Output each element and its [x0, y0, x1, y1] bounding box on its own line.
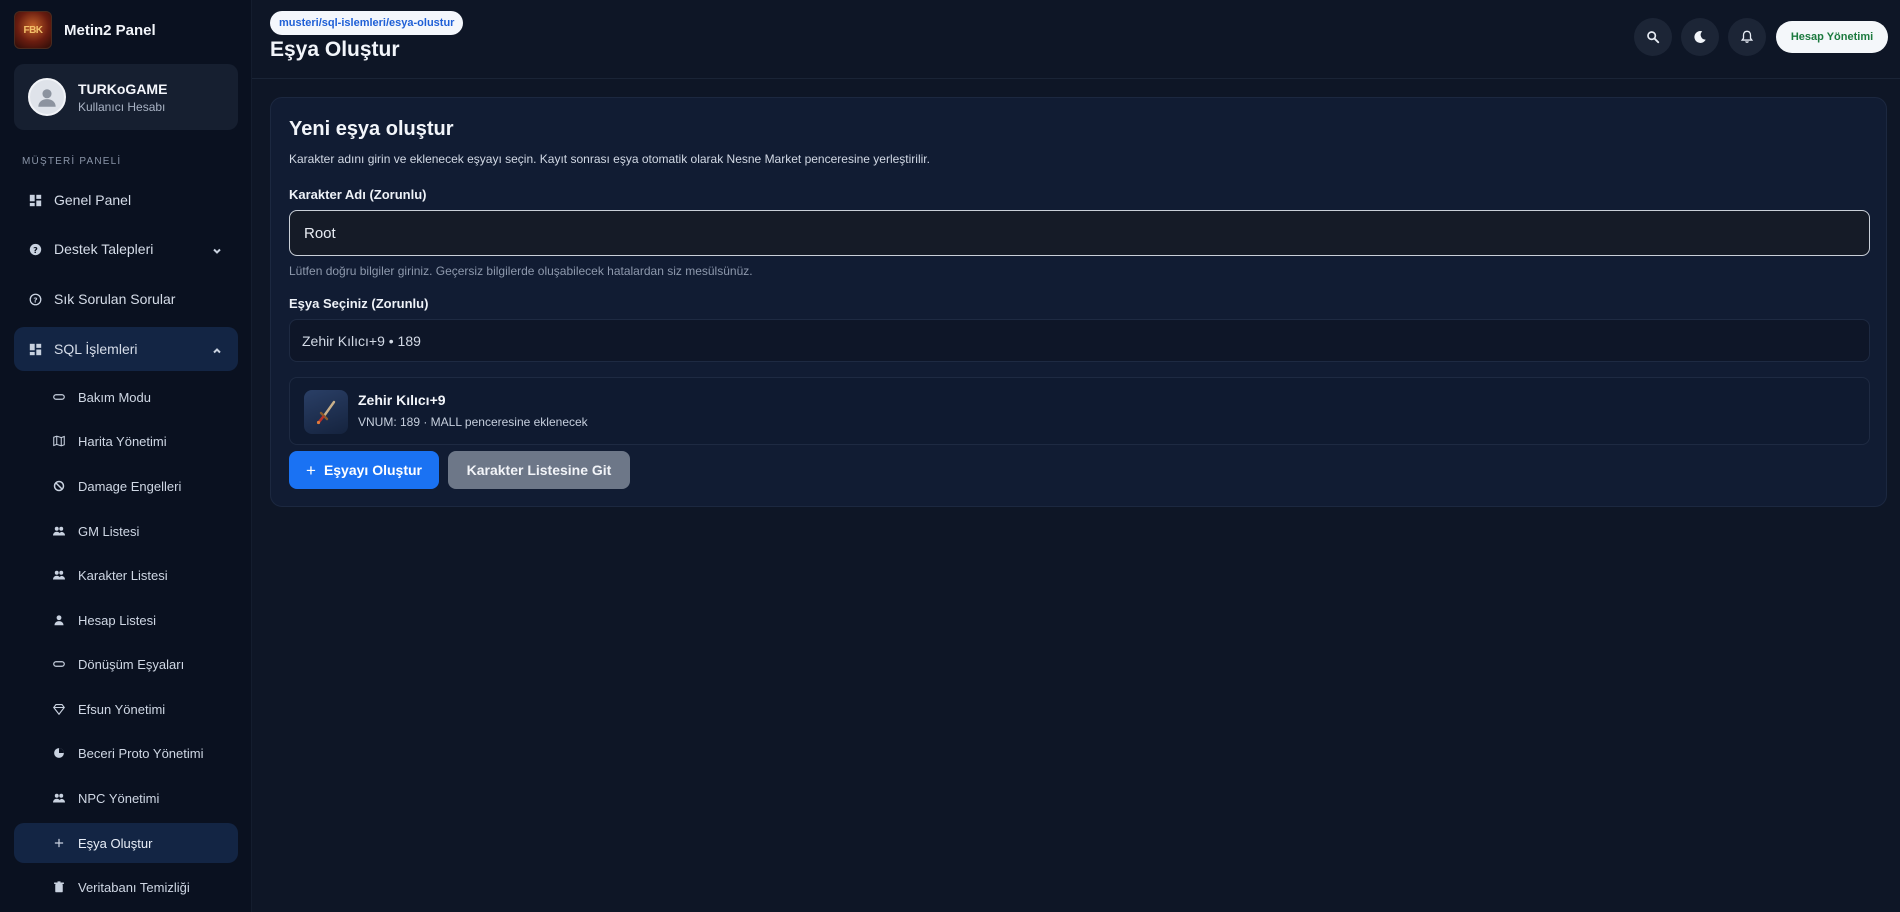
item-select-label: Eşya Seçiniz (Zorunlu) — [289, 296, 429, 311]
help-icon: ? — [28, 242, 42, 256]
pill-icon — [52, 657, 66, 671]
plus-icon: + — [306, 460, 316, 480]
sidebar-subitem-label: Bakım Modu — [78, 389, 151, 405]
sidebar-subitem-donusum-esyalari[interactable]: Dönüşüm Eşyaları — [14, 644, 238, 684]
sidebar-subitem-npc-yonetimi[interactable]: NPC Yönetimi — [14, 778, 238, 818]
brand-logo: FBK — [14, 11, 52, 49]
header: musteri/sql-islemleri/esya-olustur Eşya … — [252, 0, 1900, 79]
create-item-button[interactable]: + Eşyayı Oluştur — [289, 451, 439, 489]
brand-name: Metin2 Panel — [64, 21, 156, 39]
character-name-label: Karakter Adı (Zorunlu) — [289, 187, 427, 202]
sidebar-subitem-label: Karakter Listesi — [78, 567, 168, 583]
sidebar-subitem-label: Efsun Yönetimi — [78, 701, 166, 717]
pill-icon — [52, 390, 66, 404]
svg-text:?: ? — [33, 244, 38, 254]
dashboard-icon — [28, 193, 42, 207]
item-preview-meta: VNUM: 189 · MALL penceresine eklenecek — [358, 415, 588, 429]
sidebar-subitem-label: Hesap Listesi — [78, 612, 157, 628]
chevron-up-icon[interactable] — [212, 343, 222, 354]
sidebar-subitem-hesap-listesi[interactable]: Hesap Listesi — [14, 600, 238, 640]
sidebar-subitem-label: Eşya Oluştur — [78, 835, 153, 851]
sidebar-item-label: Sık Sorulan Sorular — [54, 291, 176, 307]
trash-icon — [52, 880, 66, 894]
card-description: Karakter adını girin ve eklenecek eşyayı… — [289, 152, 930, 166]
sidebar-item-label: Destek Talepleri — [54, 241, 154, 257]
sidebar-subitem-harita-yonetimi[interactable]: Harita Yönetimi — [14, 421, 238, 461]
sidebar-subitem-label: Veritabanı Temizliği — [78, 879, 190, 895]
breadcrumb[interactable]: musteri/sql-islemleri/esya-olustur — [270, 11, 464, 35]
skill-icon — [52, 746, 66, 760]
sidebar-subitem-beceri-proto[interactable]: Beceri Proto Yönetimi — [14, 733, 238, 773]
search-icon — [1647, 31, 1660, 44]
sidebar-subitem-label: Damage Engelleri — [78, 478, 182, 494]
group-icon — [52, 568, 66, 582]
create-item-button-label: Eşyayı Oluştur — [323, 462, 422, 478]
item-preview-name: Zehir Kılıcı+9 — [358, 392, 446, 408]
sidebar-subitem-esya-olustur[interactable]: Eşya Oluştur — [14, 823, 238, 863]
user-card[interactable]: TURKoGAME Kullanıcı Hesabı — [14, 64, 238, 130]
sidebar-item-sss[interactable]: ? Sık Sorulan Sorular — [14, 279, 238, 319]
page-title: Eşya Oluştur — [270, 38, 400, 61]
sidebar-subitem-label: NPC Yönetimi — [78, 790, 160, 806]
character-name-input[interactable] — [289, 210, 1870, 256]
gem-icon — [52, 702, 66, 716]
sidebar-section-label: MÜŞTERİ PANELİ — [22, 156, 122, 167]
sidebar-subitem-label: Harita Yönetimi — [78, 433, 167, 449]
sidebar-item-sql-islemleri[interactable]: SQL İşlemleri — [14, 327, 238, 371]
card-title: Yeni eşya oluştur — [289, 118, 454, 140]
question-icon: ? — [28, 292, 42, 306]
map-icon — [52, 434, 66, 448]
group-icon — [52, 791, 66, 805]
sidebar: FBK Metin2 Panel TURKoGAME Kullanıcı Hes… — [0, 0, 252, 912]
sidebar-subitem-damage-engelleri[interactable]: Damage Engelleri — [14, 466, 238, 506]
search-button[interactable] — [1634, 18, 1672, 56]
sword-icon — [304, 390, 348, 434]
sidebar-subitem-label: Dönüşüm Eşyaları — [78, 656, 185, 672]
bell-icon — [1740, 30, 1754, 43]
brand[interactable]: FBK Metin2 Panel — [14, 10, 156, 50]
sidebar-subitem-veritabani-temizligi[interactable]: Veritabanı Temizliği — [14, 867, 238, 907]
notifications-button[interactable] — [1728, 18, 1766, 56]
sidebar-item-label: SQL İşlemleri — [54, 341, 138, 357]
item-preview: Zehir Kılıcı+9 VNUM: 189 · MALL penceres… — [289, 377, 1870, 445]
item-select[interactable]: Zehir Kılıcı+9 • 189 — [289, 319, 1870, 362]
go-to-character-list-button[interactable]: Karakter Listesine Git — [448, 451, 630, 489]
create-item-card: Yeni eşya oluştur Karakter adını girin v… — [270, 97, 1887, 507]
sidebar-item-destek-talepleri[interactable]: ? Destek Talepleri — [14, 229, 238, 269]
svg-text:?: ? — [33, 295, 37, 304]
sidebar-item-label: Genel Panel — [54, 192, 132, 208]
sidebar-subitem-label: GM Listesi — [78, 523, 140, 539]
character-name-hint: Lütfen doğru bilgiler giriniz. Geçersiz … — [289, 264, 753, 278]
theme-toggle-button[interactable] — [1681, 18, 1719, 56]
chevron-down-icon[interactable] — [212, 243, 222, 254]
user-name: TURKoGAME — [78, 80, 168, 97]
sidebar-subitem-karakter-listesi[interactable]: Karakter Listesi — [14, 555, 238, 595]
sidebar-subitem-efsun-yonetimi[interactable]: Efsun Yönetimi — [14, 689, 238, 729]
sidebar-subitem-gm-listesi[interactable]: GM Listesi — [14, 511, 238, 551]
person-icon — [52, 613, 66, 627]
account-management-button[interactable]: Hesap Yönetimi — [1776, 21, 1888, 53]
avatar — [28, 78, 66, 116]
sidebar-item-genel-panel[interactable]: Genel Panel — [14, 180, 238, 220]
sidebar-subitem-bakim-modu[interactable]: Bakım Modu — [14, 377, 238, 417]
user-role: Kullanıcı Hesabı — [78, 99, 166, 114]
group-icon — [52, 524, 66, 538]
sidebar-subitem-label: Beceri Proto Yönetimi — [78, 745, 204, 761]
plus-icon — [52, 836, 66, 850]
moon-icon — [1694, 31, 1706, 43]
dashboard-icon — [28, 342, 42, 356]
block-icon — [52, 479, 66, 493]
